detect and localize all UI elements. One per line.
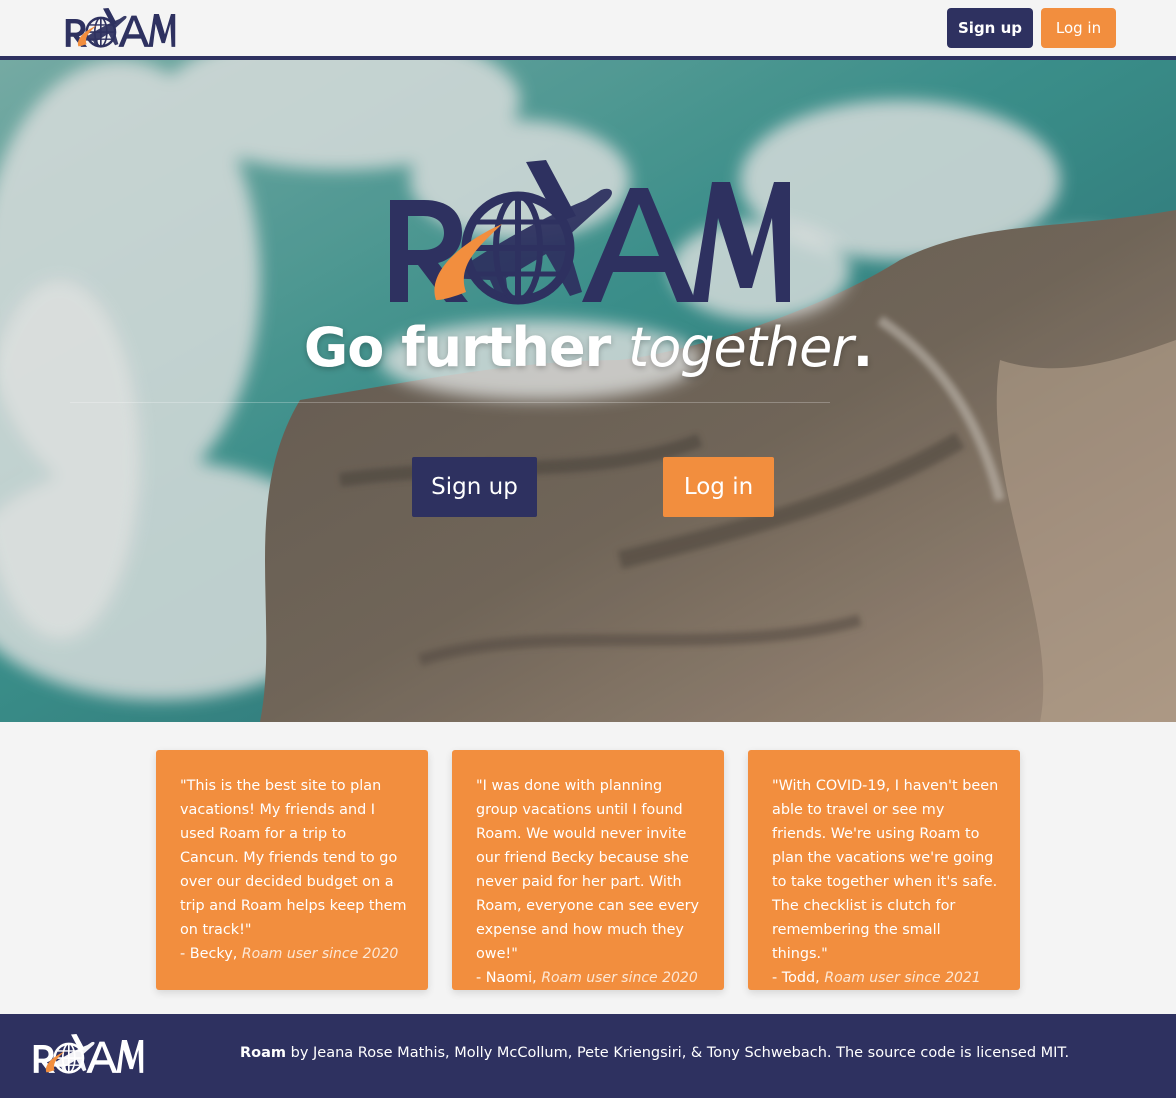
- footer: Roam by Jeana Rose Mathis, Molly McCollu…: [0, 1014, 1176, 1098]
- testimonial-author-line: - Todd, Roam user since 2021: [772, 966, 1000, 990]
- testimonial-quote: "With COVID-19, I haven't been able to t…: [772, 778, 999, 962]
- tagline-italic: together: [628, 316, 854, 379]
- testimonial-card: "This is the best site to plan vacations…: [156, 750, 428, 990]
- footer-roam-logo[interactable]: [30, 1034, 146, 1074]
- testimonial-since: Roam user since 2020: [541, 970, 698, 986]
- footer-brand: Roam: [240, 1045, 287, 1061]
- hero-roam-logo: [386, 160, 790, 306]
- tagline-end: .: [852, 316, 873, 379]
- roam-logo[interactable]: [62, 8, 178, 48]
- testimonial-author-line: - Naomi, Roam user since 2020: [476, 966, 704, 990]
- testimonial-card: "With COVID-19, I haven't been able to t…: [748, 750, 1020, 990]
- hero-tagline: Go further together.: [0, 316, 1176, 379]
- hero-divider: [70, 402, 830, 403]
- testimonial-author: - Naomi,: [476, 970, 537, 986]
- testimonial-author: - Todd,: [772, 970, 820, 986]
- testimonial-quote: "I was done with planning group vacation…: [476, 778, 700, 962]
- testimonial-card: "I was done with planning group vacation…: [452, 750, 724, 990]
- nav-login-button[interactable]: Log in: [1041, 8, 1116, 48]
- testimonial-author: - Becky,: [180, 946, 238, 962]
- footer-credits-text: by Jeana Rose Mathis, Molly McCollum, Pe…: [286, 1045, 1070, 1061]
- footer-credits: Roam by Jeana Rose Mathis, Molly McCollu…: [240, 1045, 1069, 1061]
- nav-signup-button[interactable]: Sign up: [947, 8, 1033, 48]
- testimonial-quote: "This is the best site to plan vacations…: [180, 778, 407, 938]
- hero-login-button[interactable]: Log in: [663, 457, 774, 517]
- testimonial-author-line: - Becky, Roam user since 2020: [180, 942, 408, 966]
- hero-section: Go further together. Sign up Log in: [0, 60, 1176, 722]
- testimonial-since: Roam user since 2020: [241, 946, 399, 962]
- testimonial-since: Roam user since 2021: [824, 970, 981, 986]
- navbar: Sign up Log in: [0, 0, 1176, 56]
- tagline-bold: Go further: [303, 316, 629, 379]
- hero-signup-button[interactable]: Sign up: [412, 457, 537, 517]
